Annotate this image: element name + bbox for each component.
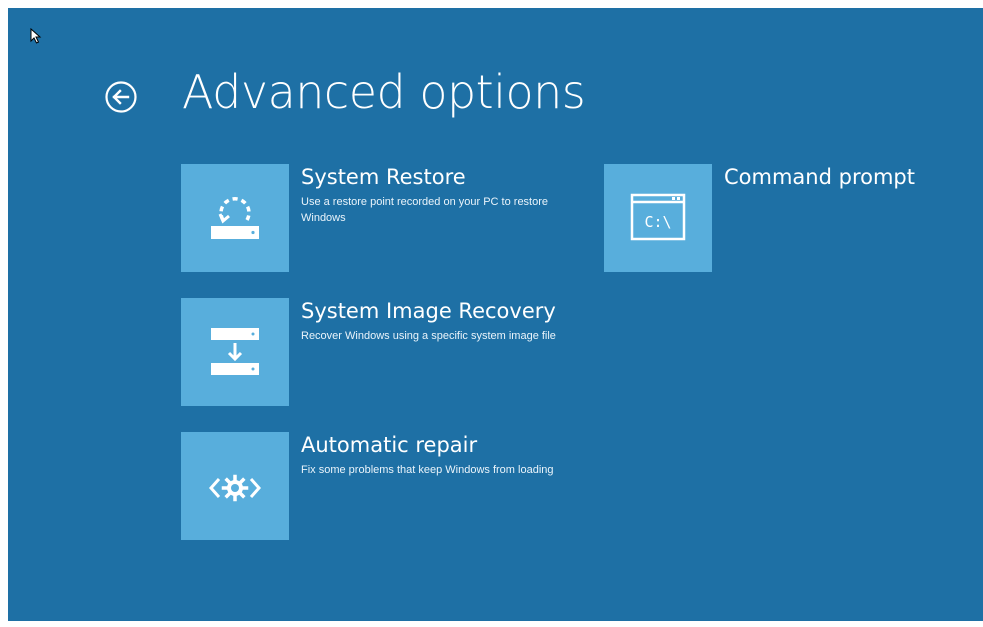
option-automatic-repair[interactable]: Automatic repair Fix some problems that … xyxy=(181,432,601,540)
option-description: Fix some problems that keep Windows from… xyxy=(301,464,554,476)
option-title: Command prompt xyxy=(724,165,915,189)
recovery-screen: Advanced options System Restore Use a re… xyxy=(8,8,983,621)
option-title: System Restore xyxy=(301,165,466,189)
option-tile[interactable]: C:\ xyxy=(604,164,712,272)
option-system-restore[interactable]: System Restore Use a restore point recor… xyxy=(181,164,601,272)
option-tile[interactable] xyxy=(181,164,289,272)
option-system-image-recovery[interactable]: System Image Recovery Recover Windows us… xyxy=(181,298,601,406)
option-description: Recover Windows using a specific system … xyxy=(301,330,556,342)
page-title: Advanced options xyxy=(182,65,586,119)
option-title: Automatic repair xyxy=(301,433,478,457)
back-arrow-circle-icon xyxy=(105,81,137,113)
back-button[interactable] xyxy=(104,80,138,114)
automatic-repair-icon xyxy=(208,474,262,502)
mouse-pointer-icon xyxy=(30,28,42,44)
command-prompt-icon-text: C:\ xyxy=(644,213,671,231)
option-command-prompt[interactable]: C:\ Command prompt xyxy=(604,164,964,272)
command-prompt-icon: C:\ xyxy=(630,193,686,241)
option-tile[interactable] xyxy=(181,432,289,540)
option-tile[interactable] xyxy=(181,298,289,406)
system-image-recovery-icon xyxy=(211,328,259,375)
system-restore-icon xyxy=(211,197,259,239)
option-title: System Image Recovery xyxy=(301,299,556,323)
option-description: Use a restore point recorded on your PC … xyxy=(301,196,549,224)
